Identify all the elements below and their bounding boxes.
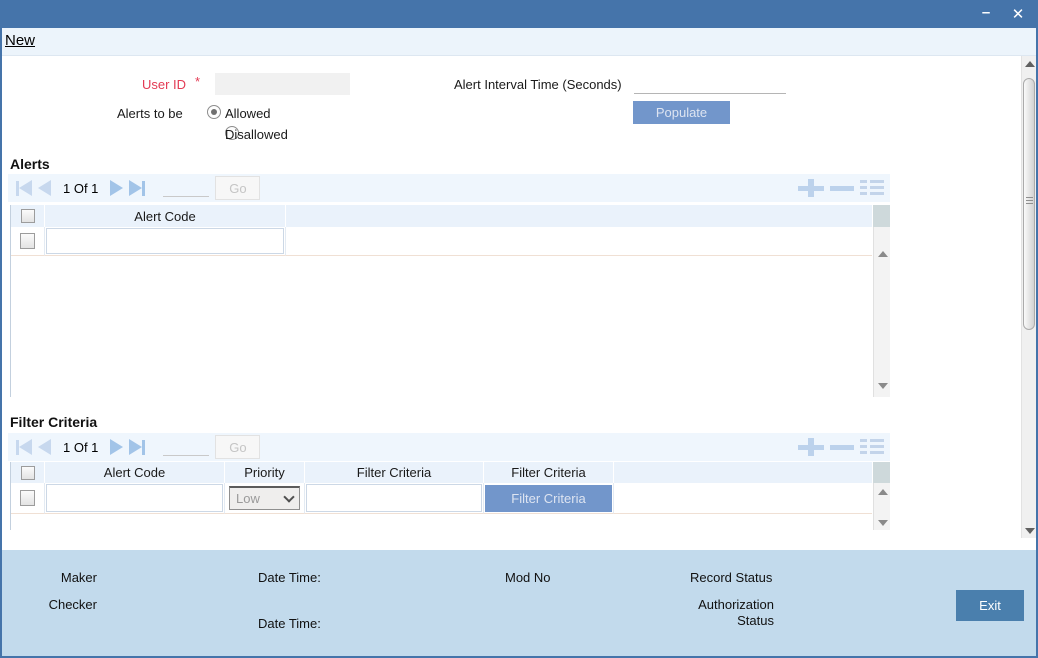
alerts-select-all-checkbox[interactable]: [20, 209, 35, 223]
populate-button[interactable]: Populate: [633, 101, 730, 124]
alerts-pagination-bar: 1 Of 1 Go: [8, 174, 890, 202]
priority-select[interactable]: Low: [229, 486, 300, 510]
alerts-row-checkbox[interactable]: [20, 233, 35, 249]
main-scroll-down-icon[interactable]: [1022, 522, 1036, 538]
add-row-icon[interactable]: [796, 179, 826, 197]
new-action-link[interactable]: New: [5, 32, 35, 49]
filter-single-view-icon[interactable]: [860, 438, 884, 456]
minimize-icon[interactable]: –: [976, 5, 996, 25]
filter-col-alert-code: Alert Code: [45, 462, 225, 483]
action-bar: New: [2, 28, 1036, 56]
go-button[interactable]: Go: [215, 176, 261, 200]
filter-prev-page-icon[interactable]: [38, 439, 51, 455]
required-marker: *: [195, 74, 201, 89]
filter-section-title: Filter Criteria: [10, 414, 98, 430]
filter-row: Low Filter Criteria: [11, 483, 872, 514]
next-page-icon[interactable]: [110, 180, 124, 196]
filter-page-number-input[interactable]: [163, 438, 210, 456]
scrollbar-grip-icon: [1026, 197, 1033, 206]
alerts-grid-scrollbar: [873, 205, 890, 397]
filter-col-filter-criteria-2: Filter Criteria: [484, 462, 614, 483]
filter-last-page-icon[interactable]: [129, 439, 146, 455]
alert-interval-input[interactable]: [634, 74, 786, 94]
single-view-icon[interactable]: [860, 179, 884, 197]
filter-scroll-down-icon[interactable]: [878, 520, 888, 526]
alerts-col-alert-code: Alert Code: [45, 205, 286, 227]
record-status-label: Record Status: [690, 570, 773, 585]
filter-go-button[interactable]: Go: [215, 435, 261, 459]
close-icon[interactable]: ✕: [1008, 5, 1028, 25]
chevron-down-icon: [283, 490, 295, 503]
exit-button[interactable]: Exit: [956, 590, 1024, 621]
delete-row-icon[interactable]: [830, 179, 856, 197]
user-id-input[interactable]: [215, 73, 350, 95]
title-bar: – ✕: [2, 2, 1036, 28]
disallowed-radio-label: Disallowed: [225, 127, 288, 142]
filter-col-filter-criteria: Filter Criteria: [305, 462, 484, 483]
filter-grid-scrollbar: [873, 462, 890, 530]
first-page-icon[interactable]: [16, 180, 32, 196]
main-scroll-up-icon[interactable]: [1022, 56, 1036, 72]
main-scrollbar[interactable]: [1021, 56, 1036, 538]
allowed-radio[interactable]: [207, 105, 221, 119]
filter-select-all-checkbox[interactable]: [20, 465, 35, 480]
date-time-label-2: Date Time:: [258, 616, 321, 631]
filter-criteria-button[interactable]: Filter Criteria: [485, 484, 612, 512]
alerts-section-title: Alerts: [10, 156, 50, 172]
filter-next-page-icon[interactable]: [110, 439, 124, 455]
page-indicator: 1 Of 1: [63, 180, 99, 196]
app-window: – ✕ New User ID * Alert Interval Time (S…: [0, 0, 1038, 658]
allowed-radio-label: Allowed: [225, 106, 271, 121]
priority-select-value: Low: [236, 491, 260, 506]
main-scrollbar-thumb[interactable]: [1023, 78, 1035, 330]
date-time-label: Date Time:: [258, 570, 321, 585]
audit-footer: Maker Date Time: Mod No Record Status Ch…: [2, 550, 1036, 656]
filter-pagination-bar: 1 Of 1 Go: [8, 433, 890, 461]
filter-col-priority: Priority: [225, 462, 305, 483]
alert-interval-label: Alert Interval Time (Seconds): [454, 77, 622, 92]
alerts-scroll-up-icon[interactable]: [878, 251, 888, 257]
page-number-input[interactable]: [163, 179, 210, 197]
user-id-label: User ID: [142, 77, 187, 92]
filter-criteria-cell-input[interactable]: [306, 484, 482, 512]
alerts-scroll-down-icon[interactable]: [878, 383, 888, 389]
filter-row-checkbox[interactable]: [20, 490, 35, 506]
alert-code-cell-input[interactable]: [46, 228, 284, 254]
filter-add-row-icon[interactable]: [796, 438, 826, 456]
filter-scroll-up-icon[interactable]: [878, 489, 888, 495]
filter-delete-row-icon[interactable]: [830, 438, 856, 456]
checker-label: Checker: [48, 597, 97, 612]
filter-first-page-icon[interactable]: [16, 439, 32, 455]
mod-no-label: Mod No: [505, 570, 551, 585]
alerts-to-be-label: Alerts to be: [117, 106, 183, 121]
alerts-grid: Alert Code: [10, 205, 872, 397]
alerts-row: [11, 227, 872, 256]
filter-grid: Alert Code Priority Filter Criteria Filt…: [10, 462, 872, 530]
prev-page-icon[interactable]: [38, 180, 51, 196]
authorization-status-label: Authorization Status: [698, 597, 774, 628]
filter-alert-code-cell-input[interactable]: [46, 484, 223, 512]
last-page-icon[interactable]: [129, 180, 146, 196]
filter-page-indicator: 1 Of 1: [63, 439, 99, 455]
maker-label: Maker: [60, 570, 97, 585]
